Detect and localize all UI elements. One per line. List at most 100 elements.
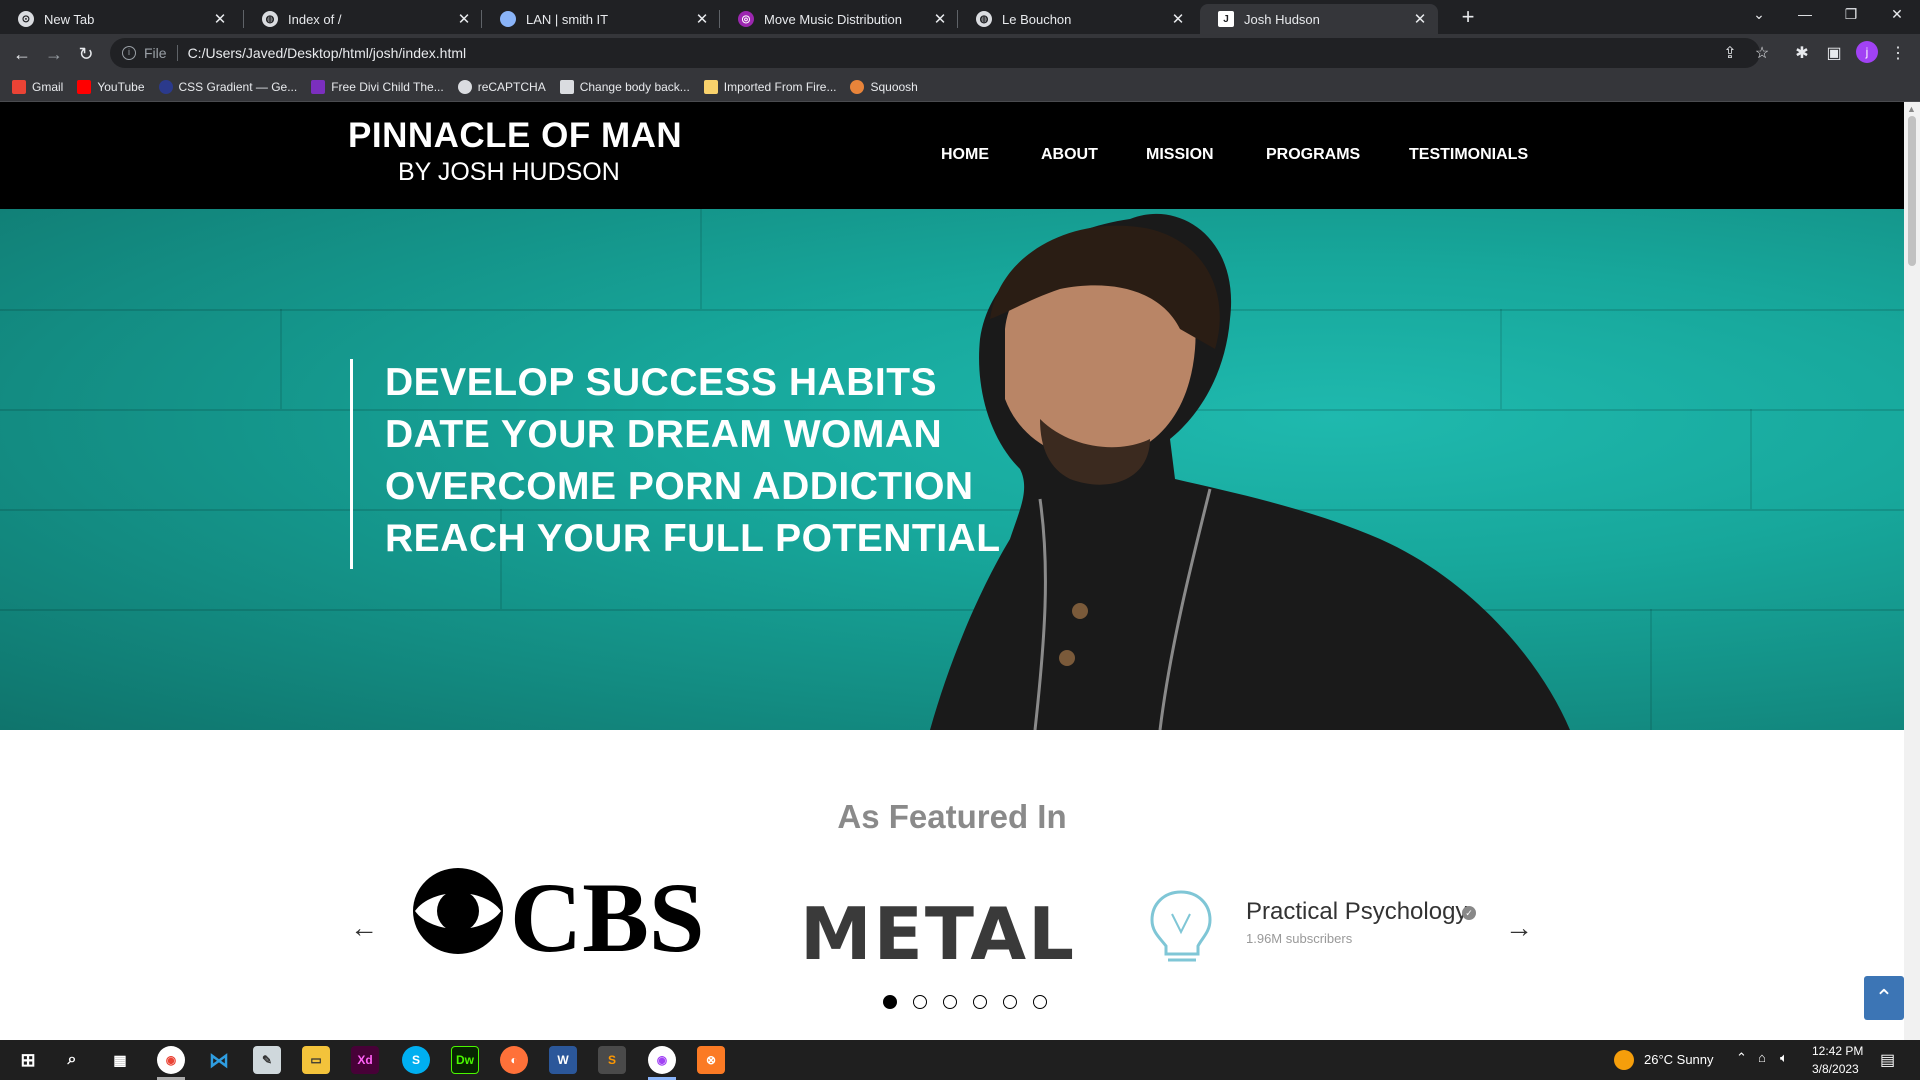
carousel-dot-1[interactable] [883, 995, 897, 1009]
tab-title: LAN | smith IT [526, 11, 609, 27]
firefox-icon[interactable]: ◐ [500, 1046, 528, 1074]
hero-headline-4: REACH YOUR FULL POTENTIAL [385, 517, 1001, 560]
close-icon[interactable]: ✕ [694, 10, 710, 28]
back-icon[interactable]: ← [8, 40, 36, 68]
close-icon[interactable]: ✕ [212, 10, 228, 28]
close-icon[interactable]: ✕ [456, 10, 472, 28]
minimize-icon[interactable]: — [1782, 0, 1828, 30]
tab-title: Josh Hudson [1244, 11, 1320, 27]
tab-search-icon[interactable]: ⌄ [1736, 0, 1782, 30]
page-scrollbar[interactable]: ▲ [1904, 102, 1920, 1040]
address-bar[interactable]: i File C:/Users/Javed/Desktop/html/josh/… [110, 38, 1760, 68]
back-to-top-button[interactable]: ⌃ [1864, 976, 1904, 1020]
dreamweaver-icon[interactable]: Dw [451, 1046, 479, 1074]
info-icon[interactable]: i [122, 46, 136, 60]
search-icon[interactable]: ⌕ [58, 1046, 86, 1074]
adobe-xd-icon[interactable]: Xd [351, 1046, 379, 1074]
hero-banner: DEVELOP SUCCESS HABITS DATE YOUR DREAM W… [0, 209, 1904, 730]
nav-programs[interactable]: PROGRAMS [1266, 146, 1360, 164]
side-panel-icon[interactable]: ▣ [1822, 42, 1846, 66]
divi-icon [311, 79, 326, 94]
bookmark-squoosh[interactable]: Squoosh [850, 79, 918, 94]
svg-text:CBS: CBS [510, 865, 705, 961]
chrome-icon[interactable]: ◉ [157, 1046, 185, 1074]
forward-icon[interactable]: → [40, 40, 68, 68]
task-view-icon[interactable]: ▦ [106, 1046, 134, 1074]
bookmark-youtube[interactable]: YouTube [77, 79, 145, 94]
verified-check-icon: ✓ [1462, 906, 1476, 920]
tab-title: Index of / [288, 11, 342, 27]
xampp-icon[interactable]: ⊗ [697, 1046, 725, 1074]
tab-index[interactable]: ◍ Index of / ✕ [244, 4, 482, 34]
brand-title[interactable]: PINNACLE OF MAN [348, 116, 682, 156]
weather-text[interactable]: 26°C Sunny [1644, 1052, 1714, 1067]
notifications-icon[interactable]: ▤ [1880, 1050, 1895, 1070]
windows-start-icon[interactable]: ⊞ [14, 1046, 42, 1074]
lan-icon [500, 11, 516, 27]
carousel-dot-5[interactable] [1003, 995, 1017, 1009]
volume-icon[interactable]: 🔈︎ [1780, 1050, 1788, 1066]
tab-josh-hudson[interactable]: J Josh Hudson ✕ [1200, 4, 1438, 34]
lightbulb-icon [1150, 890, 1212, 962]
carousel-dot-6[interactable] [1033, 995, 1047, 1009]
brand-subtitle: BY JOSH HUDSON [398, 158, 620, 186]
bookmark-star-icon[interactable]: ☆ [1750, 42, 1774, 66]
bookmark-label: CSS Gradient — Ge... [178, 79, 298, 94]
clock-time[interactable]: 12:42 PM [1812, 1044, 1863, 1058]
bookmark-divi[interactable]: Free Divi Child The... [311, 79, 444, 94]
carousel-dot-2[interactable] [913, 995, 927, 1009]
new-tab-button[interactable]: + [1454, 4, 1482, 32]
carousel-prev-arrow[interactable]: ← [350, 912, 378, 944]
practical-psychology-card: Practical Psychology ✓ 1.96M subscribers [1146, 878, 1486, 974]
sublime-icon[interactable]: S [598, 1046, 626, 1074]
skype-icon[interactable]: S [402, 1046, 430, 1074]
reload-icon[interactable]: ↻ [72, 40, 100, 68]
scroll-up-icon[interactable]: ▲ [1907, 104, 1916, 114]
tab-le-bouchon[interactable]: ◍ Le Bouchon ✕ [958, 4, 1196, 34]
chrome-profile-icon[interactable]: ◉ [648, 1046, 676, 1074]
extensions-icon[interactable]: ✱ [1790, 42, 1814, 66]
close-icon[interactable]: ✕ [1412, 10, 1428, 28]
bookmark-recaptcha[interactable]: reCAPTCHA [457, 79, 546, 94]
carousel-dot-3[interactable] [943, 995, 957, 1009]
profile-avatar[interactable]: j [1856, 41, 1878, 63]
tab-lan-smith[interactable]: LAN | smith IT ✕ [482, 4, 720, 34]
restore-icon[interactable]: ❐ [1828, 0, 1874, 30]
css-gradient-icon [158, 79, 173, 94]
vscode-icon[interactable]: ⋈ [205, 1046, 233, 1074]
close-icon[interactable]: ✕ [932, 10, 948, 28]
tab-new-tab[interactable]: ⊙ New Tab ✕ [0, 4, 238, 34]
close-window-icon[interactable]: ✕ [1874, 0, 1920, 30]
weather-sun-icon[interactable] [1614, 1050, 1634, 1070]
url-text[interactable]: C:/Users/Javed/Desktop/html/josh/index.h… [188, 45, 467, 61]
close-icon[interactable]: ✕ [1170, 10, 1186, 28]
windows-taskbar: ⊞ ⌕ ▦ ◉ ⋈ ✎ ▭ Xd S Dw ◐ W S ◉ ⊗ 26°C Sun… [0, 1040, 1920, 1080]
notepad-icon[interactable]: ✎ [253, 1046, 281, 1074]
menu-icon[interactable]: ⋮ [1886, 42, 1910, 66]
bookmark-change-body[interactable]: Change body back... [559, 79, 690, 94]
nav-about[interactable]: ABOUT [1041, 146, 1098, 164]
tray-overflow-icon[interactable]: ⌃ [1736, 1050, 1747, 1066]
bookmark-label: Change body back... [579, 79, 690, 94]
network-icon[interactable]: ⌂ [1758, 1050, 1766, 1065]
bookmark-imported[interactable]: Imported From Fire... [703, 79, 836, 94]
bookmark-label: Squoosh [870, 79, 918, 94]
nav-testimonials[interactable]: TESTIMONIALS [1409, 146, 1528, 164]
share-icon[interactable]: ⇪ [1718, 42, 1742, 66]
carousel-next-arrow[interactable]: → [1505, 912, 1533, 944]
channel-name: Practical Psychology [1246, 898, 1468, 925]
word-icon[interactable]: W [549, 1046, 577, 1074]
clock-date[interactable]: 3/8/2023 [1812, 1062, 1859, 1076]
file-explorer-icon[interactable]: ▭ [302, 1046, 330, 1074]
tab-move-music[interactable]: ◎ Move Music Distribution ✕ [720, 4, 958, 34]
nav-mission[interactable]: MISSION [1146, 146, 1214, 164]
scrollbar-thumb[interactable] [1908, 116, 1916, 266]
bookmark-css-gradient[interactable]: CSS Gradient — Ge... [158, 79, 298, 94]
bookmark-gmail[interactable]: Gmail [12, 79, 63, 94]
carousel-dot-4[interactable] [973, 995, 987, 1009]
globe-icon: ◍ [976, 11, 992, 27]
tab-title: New Tab [44, 11, 95, 27]
nav-home[interactable]: HOME [941, 146, 989, 164]
j-icon: J [1218, 11, 1234, 27]
gmail-icon [12, 79, 26, 94]
